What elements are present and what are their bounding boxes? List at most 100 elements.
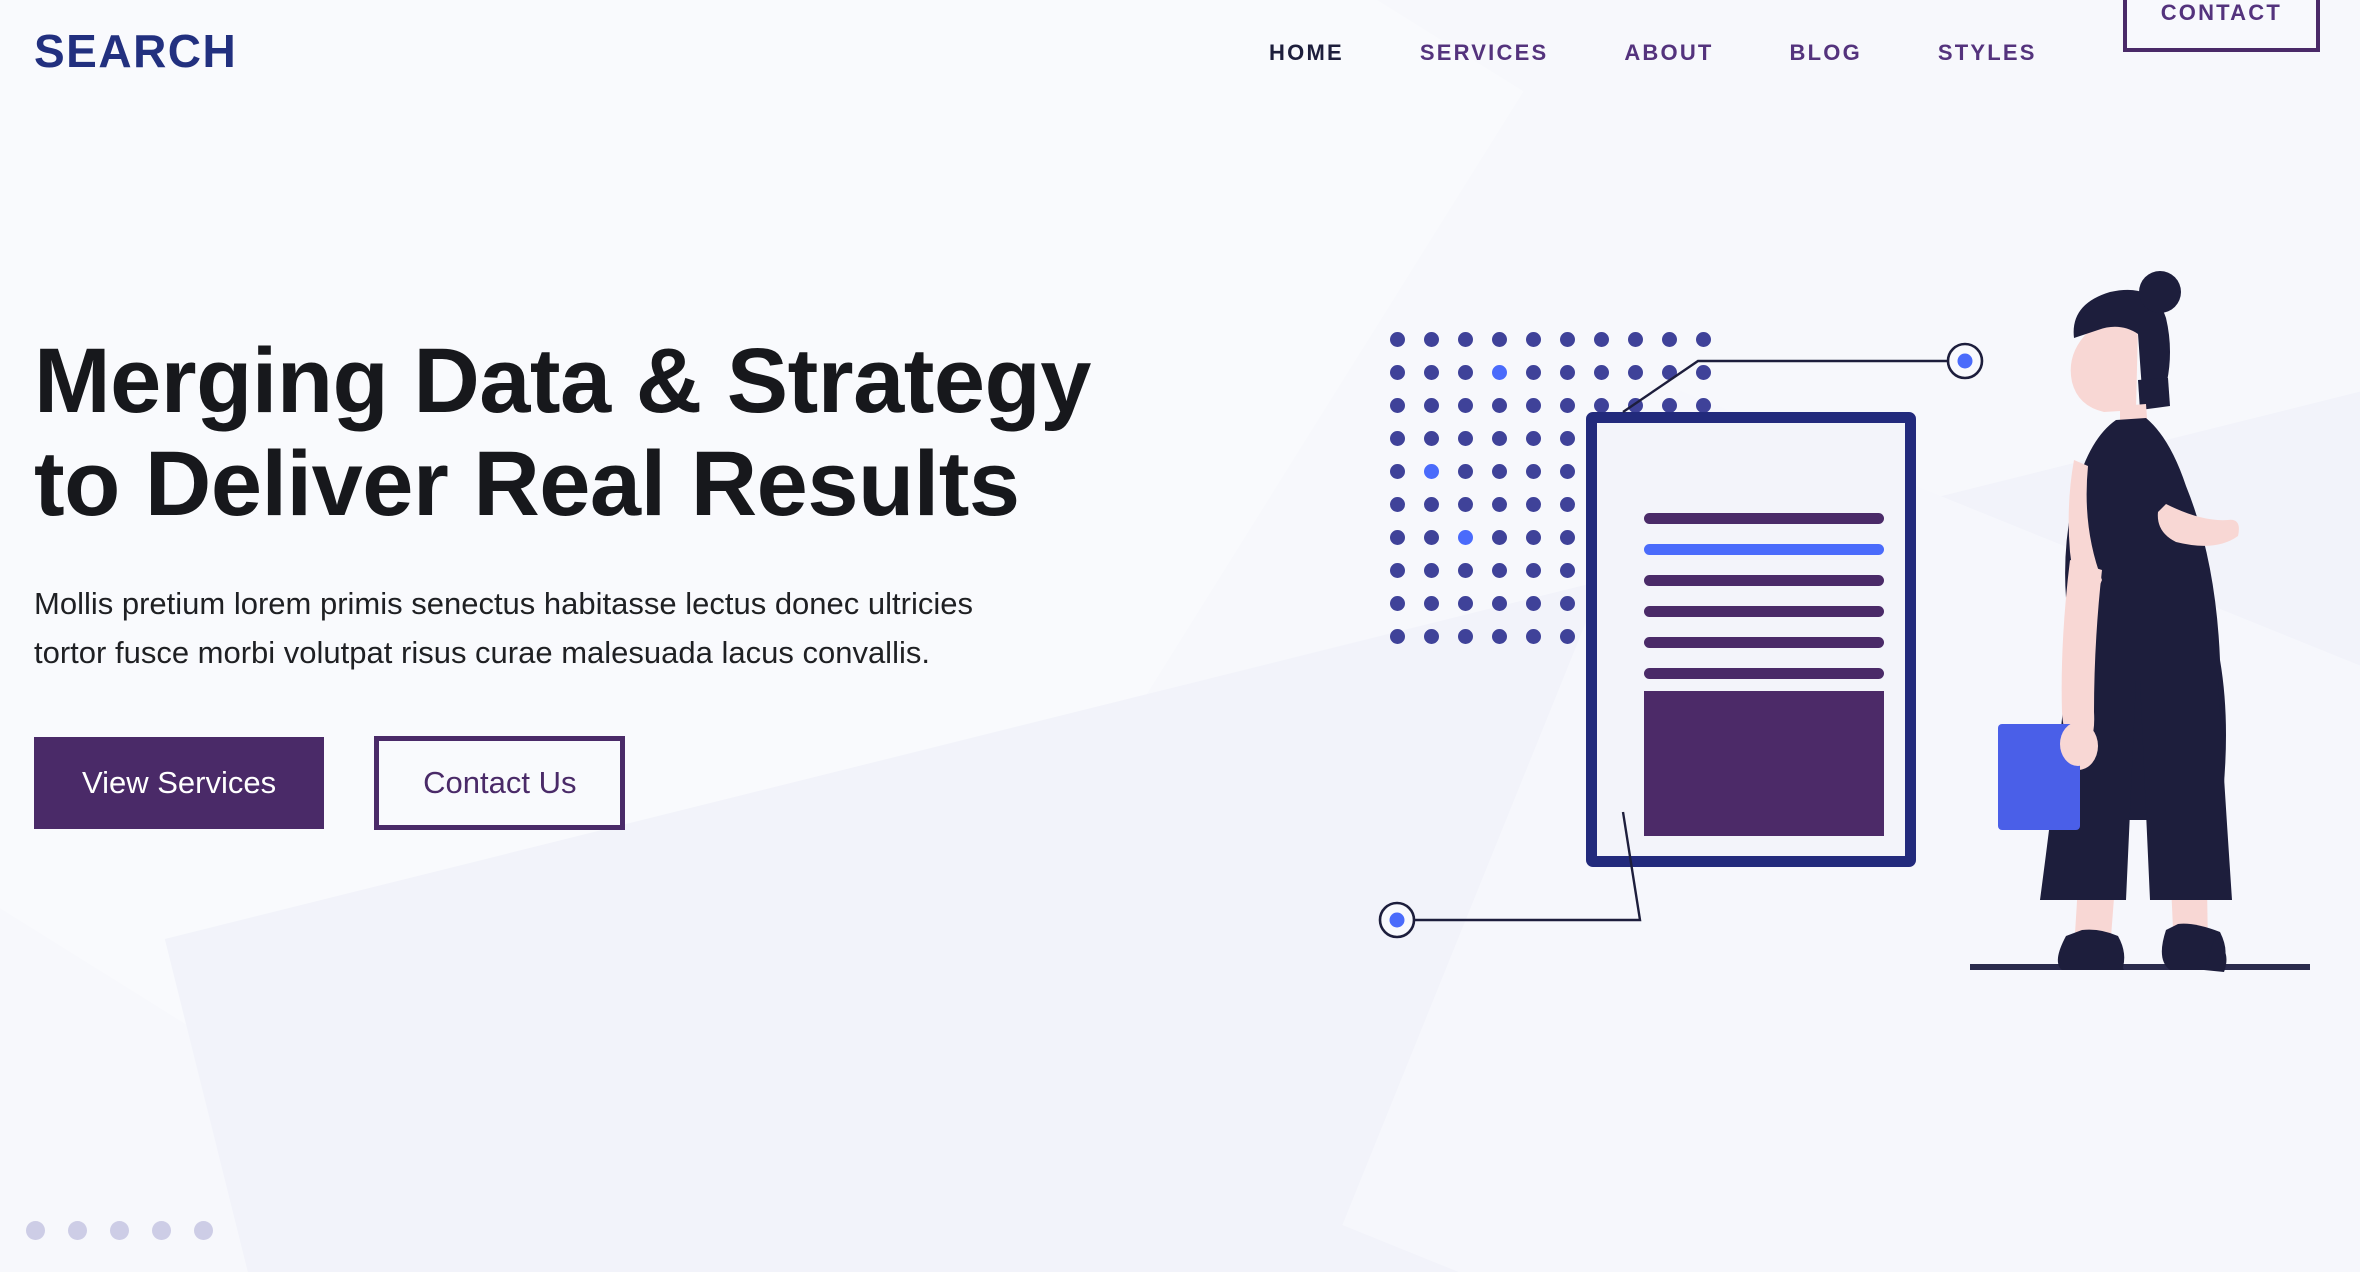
hero-action-buttons: View Services Contact Us [34,736,1264,830]
site-logo[interactable]: SEARCH [34,28,237,74]
grid-dot [1424,365,1439,380]
grid-dot [1560,464,1575,479]
grid-dot [1492,464,1507,479]
grid-dot [1696,365,1711,380]
hero-content: Merging Data & Strategy to Deliver Real … [34,330,1264,830]
hero-subtitle-line-2: tortor fusce morbi volutpat risus curae … [34,635,930,671]
grid-dot [1526,596,1541,611]
grid-dot [1390,596,1405,611]
grid-dot [1526,497,1541,512]
hero-title-line-1: Merging Data & Strategy [34,330,1091,432]
grid-dot [1492,596,1507,611]
carousel-dot[interactable] [68,1221,87,1240]
grid-dot [1560,530,1575,545]
grid-dot [1526,629,1541,644]
grid-dot [1390,563,1405,578]
document-text-line [1644,606,1884,617]
nav-item-about[interactable]: ABOUT [1586,40,1751,66]
grid-dot [1526,398,1541,413]
grid-dot [1492,563,1507,578]
grid-dot [1390,332,1405,347]
document-text-line [1644,575,1884,586]
carousel-dot[interactable] [26,1221,45,1240]
walking-person-illustration [1970,271,2310,972]
grid-dot [1560,497,1575,512]
grid-dot [1390,530,1405,545]
grid-dot [1390,464,1405,479]
grid-dot [1458,332,1473,347]
document-text-line [1644,637,1884,648]
grid-dot-accent [1492,365,1507,380]
document-text-line [1644,513,1884,524]
grid-dot [1424,530,1439,545]
grid-dot [1458,398,1473,413]
grid-dot [1594,398,1609,413]
contact-us-button[interactable]: Contact Us [374,736,626,830]
grid-dot [1526,530,1541,545]
grid-dot [1560,332,1575,347]
grid-dot [1628,332,1643,347]
hero-subtitle: Mollis pretium lorem primis senectus hab… [34,580,1154,678]
site-header: SEARCH HOME SERVICES ABOUT BLOG STYLES C… [0,0,2360,108]
hand-overlap [2060,722,2096,766]
grid-dot [1458,431,1473,446]
ground-line [1970,964,2310,970]
grid-dot [1594,332,1609,347]
document-image-block [1644,691,1884,836]
grid-dot [1424,629,1439,644]
carousel-dot[interactable] [110,1221,129,1240]
grid-dot [1390,431,1405,446]
nav-item-services[interactable]: SERVICES [1382,40,1586,66]
grid-dot [1560,629,1575,644]
nav-list: HOME SERVICES ABOUT BLOG STYLES [1231,40,2075,66]
grid-dot [1390,365,1405,380]
grid-dot [1458,596,1473,611]
grid-dot [1628,398,1643,413]
grid-dot [1560,596,1575,611]
grid-dot [1492,629,1507,644]
grid-dot [1390,629,1405,644]
grid-dot [1424,431,1439,446]
nav-item-home[interactable]: HOME [1231,40,1382,66]
grid-dot [1526,464,1541,479]
nav-item-blog[interactable]: BLOG [1752,40,1900,66]
grid-dot [1492,431,1507,446]
carousel-pagination [26,1221,213,1240]
grid-dot [1662,398,1677,413]
grid-dot [1424,497,1439,512]
grid-dot [1526,431,1541,446]
grid-dot [1662,365,1677,380]
grid-dot [1560,563,1575,578]
nav-item-styles[interactable]: STYLES [1900,40,2075,66]
grid-dot [1458,464,1473,479]
grid-dot [1628,365,1643,380]
grid-dot [1492,497,1507,512]
hero-title: Merging Data & Strategy to Deliver Real … [34,330,1264,536]
grid-dot [1526,365,1541,380]
grid-dot [1696,332,1711,347]
hero-title-line-2: to Deliver Real Results [34,433,1020,536]
pants-leg-front [2140,680,2232,900]
grid-dot-accent [1458,530,1473,545]
grid-dot [1662,332,1677,347]
grid-dot [1560,431,1575,446]
hero-illustration [1370,271,2330,1000]
main-navigation: HOME SERVICES ABOUT BLOG STYLES CONTACT [1231,0,2360,108]
grid-dot [1458,497,1473,512]
document-panel-graphic [1586,412,1916,867]
grid-dot [1424,398,1439,413]
grid-dot [1526,563,1541,578]
view-services-button[interactable]: View Services [34,737,325,829]
document-text-lines [1644,513,1884,699]
hair-bun [2139,271,2181,313]
grid-dot [1526,332,1541,347]
document-text-line [1644,668,1884,679]
grid-dot [1560,398,1575,413]
grid-dot [1560,365,1575,380]
hero-subtitle-line-1: Mollis pretium lorem primis senectus hab… [34,586,973,622]
carousel-dot[interactable] [152,1221,171,1240]
contact-nav-button[interactable]: CONTACT [2122,0,2320,52]
grid-dot-accent [1424,464,1439,479]
carousel-dot[interactable] [194,1221,213,1240]
marker-bottom-left[interactable] [1378,901,1416,939]
